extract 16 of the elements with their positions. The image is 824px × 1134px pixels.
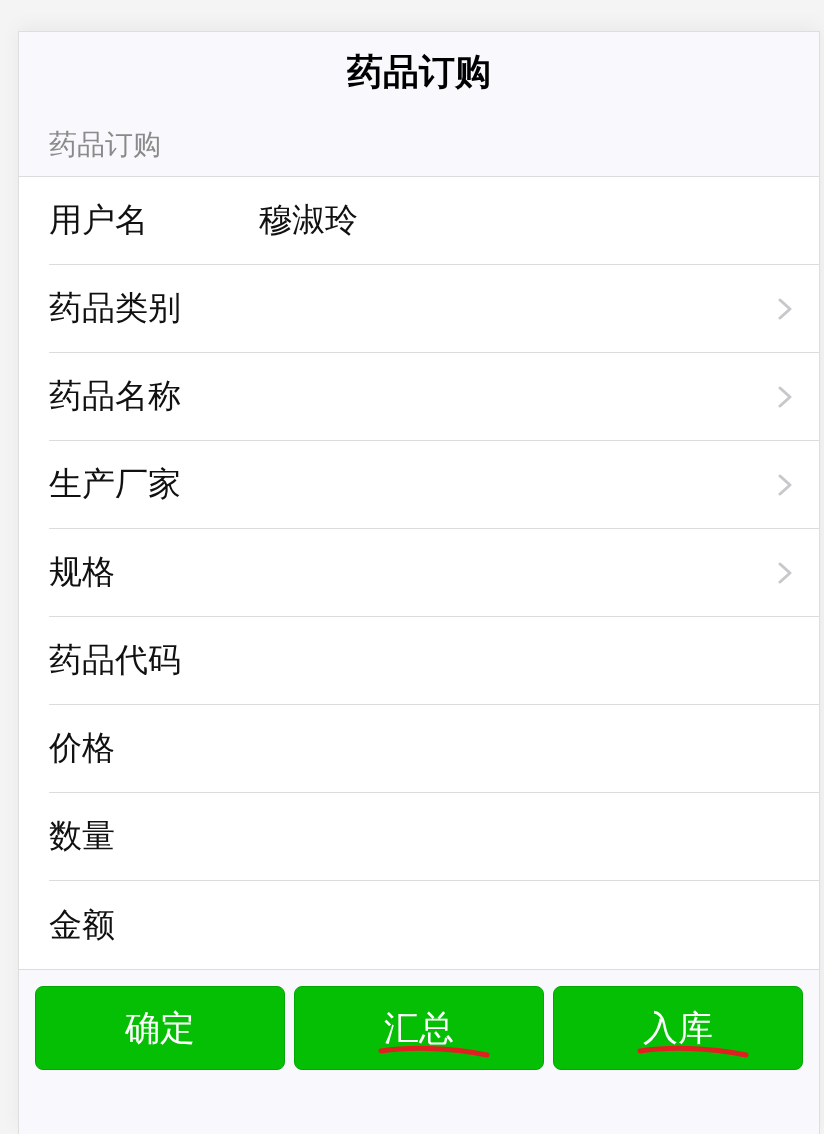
chevron-right-icon — [778, 385, 792, 408]
picker-row[interactable]: 规格 — [49, 529, 819, 617]
field-label: 用户名 — [49, 199, 149, 241]
input-field[interactable]: 数量 — [49, 793, 819, 881]
picker-row[interactable]: 药品名称 — [49, 353, 819, 441]
chevron-right-icon — [778, 473, 792, 496]
input-field[interactable]: 药品代码 — [49, 617, 819, 705]
chevron-right-icon — [778, 561, 792, 584]
picker-row[interactable]: 药品类别 — [49, 265, 819, 353]
page-title: 药品订购 — [346, 50, 492, 94]
chevron-right-icon — [778, 297, 792, 320]
input-field[interactable]: 价格 — [49, 705, 819, 793]
picker-row[interactable]: 生产厂家 — [49, 441, 819, 529]
section-header: 药品订购 — [48, 127, 162, 163]
field-value: 穆淑玲 — [259, 199, 358, 241]
input-field[interactable]: 金额 — [49, 881, 819, 969]
